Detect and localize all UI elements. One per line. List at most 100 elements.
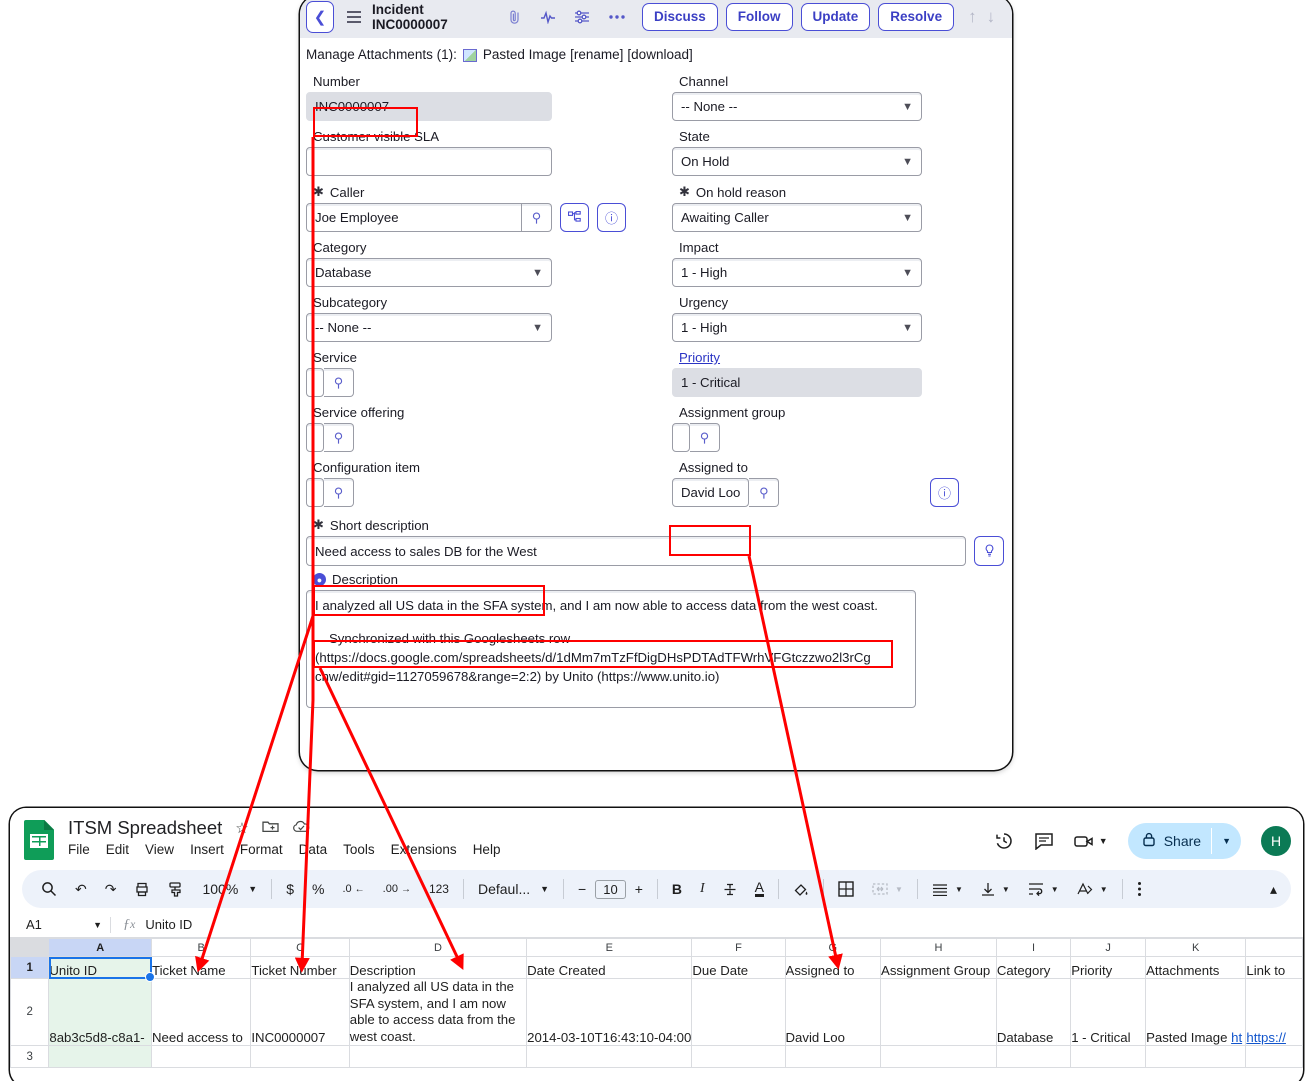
- search-icon[interactable]: ⚲: [749, 478, 780, 507]
- cell-i3[interactable]: [995, 1045, 1072, 1068]
- more-vertical-icon[interactable]: [1128, 881, 1151, 897]
- italic-button[interactable]: I: [691, 881, 714, 897]
- paint-format-icon[interactable]: [159, 881, 193, 897]
- cell-l3[interactable]: [1245, 1045, 1303, 1068]
- configuration-item-input[interactable]: [306, 478, 324, 507]
- menu-data[interactable]: Data: [299, 842, 328, 857]
- arrow-up-icon[interactable]: ↑: [968, 7, 977, 27]
- category-select[interactable]: Database ▼: [306, 258, 552, 287]
- comment-icon[interactable]: [1034, 832, 1054, 850]
- text-color-button[interactable]: A: [746, 880, 773, 897]
- cell-f2[interactable]: [691, 978, 786, 1046]
- cell-h1[interactable]: Assignment Group: [880, 956, 997, 979]
- star-icon[interactable]: ☆: [235, 819, 248, 837]
- move-to-folder-icon[interactable]: [262, 819, 279, 837]
- cell-k3[interactable]: [1145, 1045, 1247, 1068]
- cell-i2[interactable]: Database: [995, 978, 1072, 1046]
- info-icon[interactable]: ⓘ: [597, 203, 626, 232]
- sliders-icon[interactable]: [574, 10, 590, 24]
- zoom-control[interactable]: 100% ▼: [193, 881, 266, 897]
- cell-e2[interactable]: 2014-03-10T16:43:10-04:00: [526, 978, 693, 1046]
- meet-camera-icon[interactable]: ▼: [1074, 834, 1108, 849]
- cell-a3[interactable]: [48, 1045, 152, 1068]
- increase-font-size-button[interactable]: +: [626, 881, 652, 897]
- description-textarea[interactable]: I analyzed all US data in the SFA system…: [306, 590, 916, 708]
- cloud-saved-icon[interactable]: [292, 820, 310, 837]
- cell-l2[interactable]: https://: [1245, 978, 1303, 1046]
- customer-visible-sla-input[interactable]: [306, 147, 552, 176]
- arrow-down-icon[interactable]: ↓: [987, 7, 996, 27]
- cell-d2[interactable]: I analyzed all US data in the SFA system…: [348, 978, 528, 1046]
- menu-file[interactable]: File: [68, 842, 90, 857]
- formula-input[interactable]: Unito ID: [145, 917, 192, 932]
- paperclip-icon[interactable]: [508, 9, 522, 25]
- hamburger-icon[interactable]: [342, 11, 366, 23]
- print-icon[interactable]: [125, 882, 159, 897]
- link-to-url[interactable]: https://: [1247, 1030, 1286, 1045]
- row-header-1[interactable]: 1: [10, 956, 50, 979]
- chevron-down-icon[interactable]: ▼: [1222, 836, 1237, 846]
- search-icon[interactable]: ⚲: [324, 368, 354, 397]
- search-icon[interactable]: ⚲: [690, 423, 720, 452]
- column-header-a[interactable]: A: [48, 938, 152, 957]
- undo-icon[interactable]: ↶: [66, 881, 96, 898]
- bold-button[interactable]: B: [663, 881, 691, 897]
- priority-label-link[interactable]: Priority: [679, 350, 992, 365]
- merge-cells-icon[interactable]: ▼: [863, 882, 912, 896]
- cell-e1[interactable]: Date Created: [526, 956, 693, 979]
- menu-help[interactable]: Help: [473, 842, 501, 857]
- column-header-f[interactable]: F: [691, 938, 786, 957]
- name-box[interactable]: A1 ▼: [10, 917, 110, 932]
- version-history-icon[interactable]: [994, 831, 1014, 851]
- menu-extensions[interactable]: Extensions: [391, 842, 457, 857]
- column-header-e[interactable]: E: [526, 938, 693, 957]
- decrease-font-size-button[interactable]: −: [569, 881, 595, 897]
- column-header-d[interactable]: D: [348, 938, 528, 957]
- cell-j3[interactable]: [1070, 1045, 1147, 1068]
- percent-format-button[interactable]: %: [303, 881, 333, 897]
- resolve-button[interactable]: Resolve: [878, 2, 955, 32]
- cell-j1[interactable]: Priority: [1070, 956, 1147, 979]
- org-chart-icon[interactable]: [560, 203, 589, 232]
- on-hold-reason-select[interactable]: Awaiting Caller ▼: [672, 203, 922, 232]
- redo-icon[interactable]: ↷: [96, 881, 126, 898]
- attachment-download-link[interactable]: [download]: [627, 47, 692, 62]
- cell-k1[interactable]: Attachments: [1145, 956, 1247, 979]
- cell-b3[interactable]: [150, 1045, 252, 1068]
- impact-select[interactable]: 1 - High ▼: [672, 258, 922, 287]
- horizontal-align-icon[interactable]: ▼: [923, 883, 972, 896]
- cell-b2[interactable]: Need access to: [150, 978, 252, 1046]
- search-icon[interactable]: ⚲: [324, 478, 354, 507]
- decrease-decimal-button[interactable]: .0 ←: [333, 883, 373, 895]
- fill-color-icon[interactable]: [784, 882, 818, 897]
- font-family-select[interactable]: Defaul... ▼: [469, 881, 558, 897]
- column-header-l[interactable]: [1245, 938, 1303, 957]
- menu-format[interactable]: Format: [240, 842, 283, 857]
- column-header-i[interactable]: I: [995, 938, 1072, 957]
- cell-i1[interactable]: Category: [995, 956, 1072, 979]
- manage-attachments-label[interactable]: Manage Attachments (1):: [306, 47, 457, 62]
- lightbulb-icon[interactable]: [974, 536, 1004, 566]
- update-button[interactable]: Update: [800, 2, 871, 32]
- menu-insert[interactable]: Insert: [190, 842, 224, 857]
- service-input[interactable]: [306, 368, 324, 397]
- font-size-input[interactable]: 10: [595, 879, 626, 899]
- back-button[interactable]: ❮: [306, 1, 334, 33]
- subcategory-select[interactable]: -- None -- ▼: [306, 313, 552, 342]
- cell-h3[interactable]: [880, 1045, 997, 1068]
- search-icon[interactable]: [32, 881, 66, 897]
- cell-h2[interactable]: [880, 978, 997, 1046]
- search-icon[interactable]: ⚲: [324, 423, 354, 452]
- cell-c1[interactable]: Ticket Number: [250, 956, 350, 979]
- menu-view[interactable]: View: [145, 842, 174, 857]
- text-wrap-icon[interactable]: ▼: [1019, 882, 1068, 896]
- info-icon[interactable]: ⓘ: [930, 478, 959, 507]
- column-header-g[interactable]: G: [784, 938, 882, 957]
- assigned-to-input[interactable]: David Loo: [672, 478, 750, 507]
- cell-d1[interactable]: Description: [348, 956, 528, 979]
- more-horizontal-icon[interactable]: [608, 14, 626, 20]
- cell-e3[interactable]: [526, 1045, 693, 1068]
- attachments-link[interactable]: ht: [1231, 1030, 1242, 1045]
- borders-icon[interactable]: [829, 881, 863, 897]
- share-button[interactable]: Share ▼: [1127, 823, 1241, 859]
